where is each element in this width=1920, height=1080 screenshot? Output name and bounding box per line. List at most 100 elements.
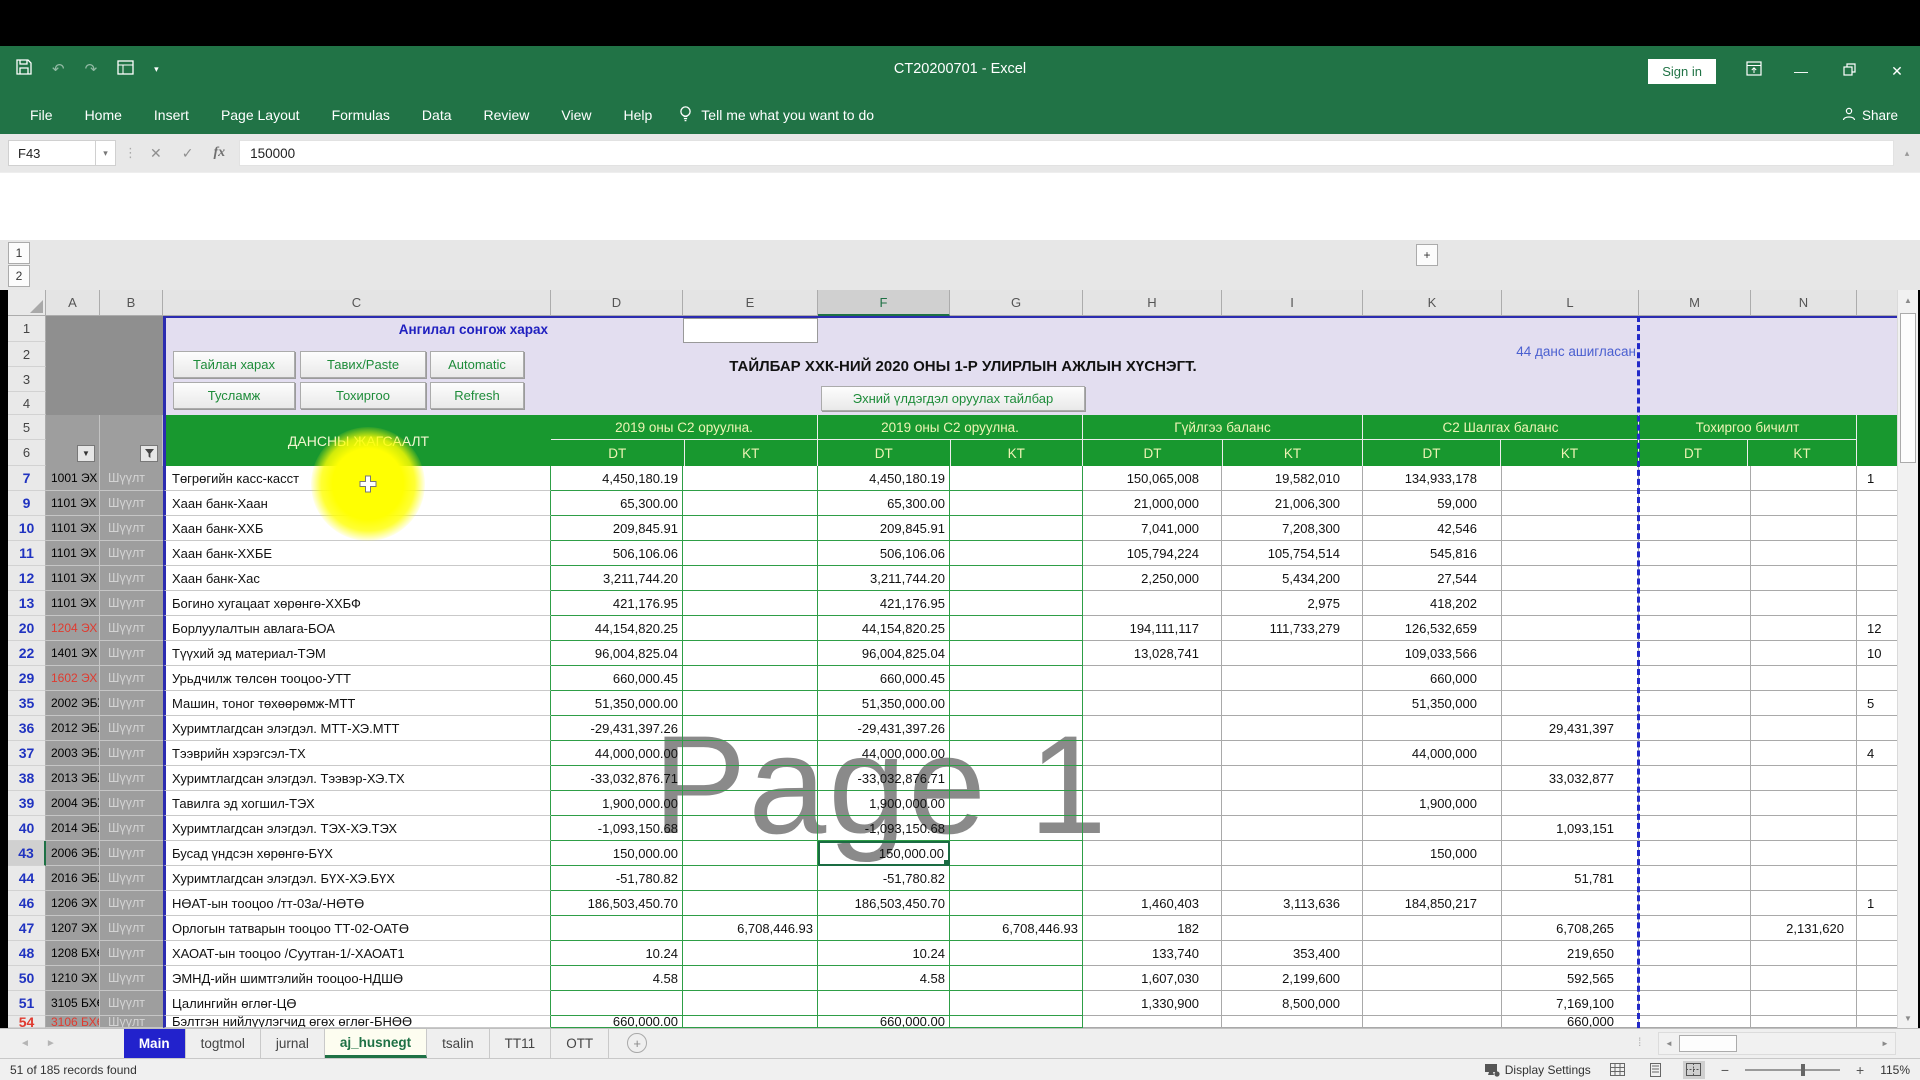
cell-M38[interactable] [1639, 766, 1751, 791]
cell-D20[interactable]: 44,154,820.25 [551, 616, 683, 641]
row-header-40[interactable]: 40 [8, 816, 46, 841]
scroll-left-icon[interactable]: ◄ [1659, 1033, 1679, 1054]
horizontal-scroll-thumb[interactable] [1679, 1035, 1737, 1052]
cell-G50[interactable] [950, 966, 1083, 991]
sheet-tab-main[interactable]: Main [124, 1029, 186, 1058]
account-code-cell[interactable]: 1101 ЭХ [46, 491, 100, 516]
account-code-cell[interactable]: 2012 ЭБХ [46, 716, 100, 741]
cell-D36[interactable]: -29,431,397.26 [551, 716, 683, 741]
overflow-cell[interactable] [1857, 566, 1897, 591]
cell-D46[interactable]: 186,503,450.70 [551, 891, 683, 916]
overflow-cell[interactable] [1857, 816, 1897, 841]
cell-N7[interactable] [1751, 466, 1857, 491]
sheet-tab-aj_husnegt[interactable]: aj_husnegt [325, 1029, 427, 1058]
account-code-cell[interactable]: 1401 ЭХ [46, 641, 100, 666]
cell-K11[interactable]: 545,816 [1363, 541, 1502, 566]
overflow-cell[interactable] [1857, 916, 1897, 941]
cell-E43[interactable] [683, 841, 818, 866]
cell-I10[interactable]: 7,208,300 [1222, 516, 1363, 541]
column-header-I[interactable]: I [1222, 290, 1363, 316]
cell-K10[interactable]: 42,546 [1363, 516, 1502, 541]
row-header-39[interactable]: 39 [8, 791, 46, 816]
account-name-cell[interactable]: Хуримтлагдсан элэгдэл. БҮХ-ХЭ.БҮХ [163, 866, 551, 891]
cell-K35[interactable]: 51,350,000 [1363, 691, 1502, 716]
cell-H36[interactable] [1083, 716, 1222, 741]
cell-G35[interactable] [950, 691, 1083, 716]
macro-button-2[interactable]: Тавих/Paste [300, 351, 426, 378]
ribbon-tab-file[interactable]: File [14, 96, 69, 134]
row-header-48[interactable]: 48 [8, 941, 46, 966]
cell-M48[interactable] [1639, 941, 1751, 966]
column-header-L[interactable]: L [1502, 290, 1639, 316]
cell-G43[interactable] [950, 841, 1083, 866]
cell-H40[interactable] [1083, 816, 1222, 841]
cell-E11[interactable] [683, 541, 818, 566]
cell-M10[interactable] [1639, 516, 1751, 541]
cell-K51[interactable] [1363, 991, 1502, 1016]
cell-H37[interactable] [1083, 741, 1222, 766]
cell-E37[interactable] [683, 741, 818, 766]
cell-G22[interactable] [950, 641, 1083, 666]
account-name-cell[interactable]: Түүхий эд материал-ТЭМ [163, 641, 551, 666]
account-name-cell[interactable]: Хаан банк-Хас [163, 566, 551, 591]
cell-F51[interactable] [818, 991, 950, 1016]
cell-L35[interactable] [1502, 691, 1639, 716]
tab-scroll-left-icon[interactable]: ◄ [20, 1038, 30, 1049]
cell-K54[interactable] [1363, 1016, 1502, 1028]
cell-M9[interactable] [1639, 491, 1751, 516]
cell-K13[interactable]: 418,202 [1363, 591, 1502, 616]
cell-G44[interactable] [950, 866, 1083, 891]
row-header-3[interactable]: 3 [8, 367, 46, 392]
tell-me-box[interactable]: Tell me what you want to do [678, 105, 874, 125]
cell-M47[interactable] [1639, 916, 1751, 941]
row-header-46[interactable]: 46 [8, 891, 46, 916]
cell-L46[interactable] [1502, 891, 1639, 916]
cell-H10[interactable]: 7,041,000 [1083, 516, 1222, 541]
filter-cell[interactable]: Шүүлт [100, 766, 163, 791]
account-name-cell[interactable]: ХАОАТ-ын тооцоо /Суутган-1/-ХАОАТ1 [163, 941, 551, 966]
row-header-12[interactable]: 12 [8, 566, 46, 591]
cell-M44[interactable] [1639, 866, 1751, 891]
account-code-cell[interactable]: 1207 ЭХ [46, 916, 100, 941]
row-header-6[interactable]: 6 [8, 440, 46, 466]
cell-F46[interactable]: 186,503,450.70 [818, 891, 950, 916]
row-header-10[interactable]: 10 [8, 516, 46, 541]
cell-E54[interactable] [683, 1016, 818, 1028]
cell-F39[interactable]: 1,900,000.00 [818, 791, 950, 816]
cell-L50[interactable]: 592,565 [1502, 966, 1639, 991]
overflow-cell[interactable] [1857, 591, 1897, 616]
row-header-5[interactable]: 5 [8, 415, 46, 440]
filter-cell[interactable]: Шүүлт [100, 941, 163, 966]
vertical-scroll-thumb[interactable] [1900, 313, 1916, 463]
cell-H44[interactable] [1083, 866, 1222, 891]
account-name-cell[interactable]: Машин, тоног төхөөрөмж-МТТ [163, 691, 551, 716]
macro-button-3[interactable]: Automatic [430, 351, 524, 378]
account-code-cell[interactable]: 1210 ЭХ [46, 966, 100, 991]
cell-N39[interactable] [1751, 791, 1857, 816]
sheet-tab-ott[interactable]: OTT [551, 1029, 609, 1058]
cell-I39[interactable] [1222, 791, 1363, 816]
macro-button-1[interactable]: Тайлан харах [173, 351, 295, 378]
cell-F54[interactable]: 660,000.00 [818, 1016, 950, 1028]
ribbon-display-options-icon[interactable] [1746, 61, 1762, 81]
overflow-cell[interactable]: 1 [1857, 891, 1897, 916]
initial-balance-button[interactable]: Эхний үлдэгдэл оруулах тайлбар [821, 386, 1085, 411]
row-header-4[interactable]: 4 [8, 392, 46, 415]
macro-button-4[interactable]: Тусламж [173, 382, 295, 409]
name-box-dropdown-icon[interactable]: ▾ [96, 140, 116, 166]
cell-I35[interactable] [1222, 691, 1363, 716]
cell-H50[interactable]: 1,607,030 [1083, 966, 1222, 991]
overflow-cell[interactable]: 1 [1857, 466, 1897, 491]
cell-I51[interactable]: 8,500,000 [1222, 991, 1363, 1016]
column-header-A[interactable]: A [46, 290, 100, 316]
cell-M50[interactable] [1639, 966, 1751, 991]
cell-L47[interactable]: 6,708,265 [1502, 916, 1639, 941]
cell-F11[interactable]: 506,106.06 [818, 541, 950, 566]
row-header-37[interactable]: 37 [8, 741, 46, 766]
cell-G51[interactable] [950, 991, 1083, 1016]
cell-G48[interactable] [950, 941, 1083, 966]
outline-level-2-button[interactable]: 2 [8, 265, 30, 287]
zoom-out-icon[interactable]: − [1721, 1062, 1729, 1078]
cell-N22[interactable] [1751, 641, 1857, 666]
cell-K47[interactable] [1363, 916, 1502, 941]
